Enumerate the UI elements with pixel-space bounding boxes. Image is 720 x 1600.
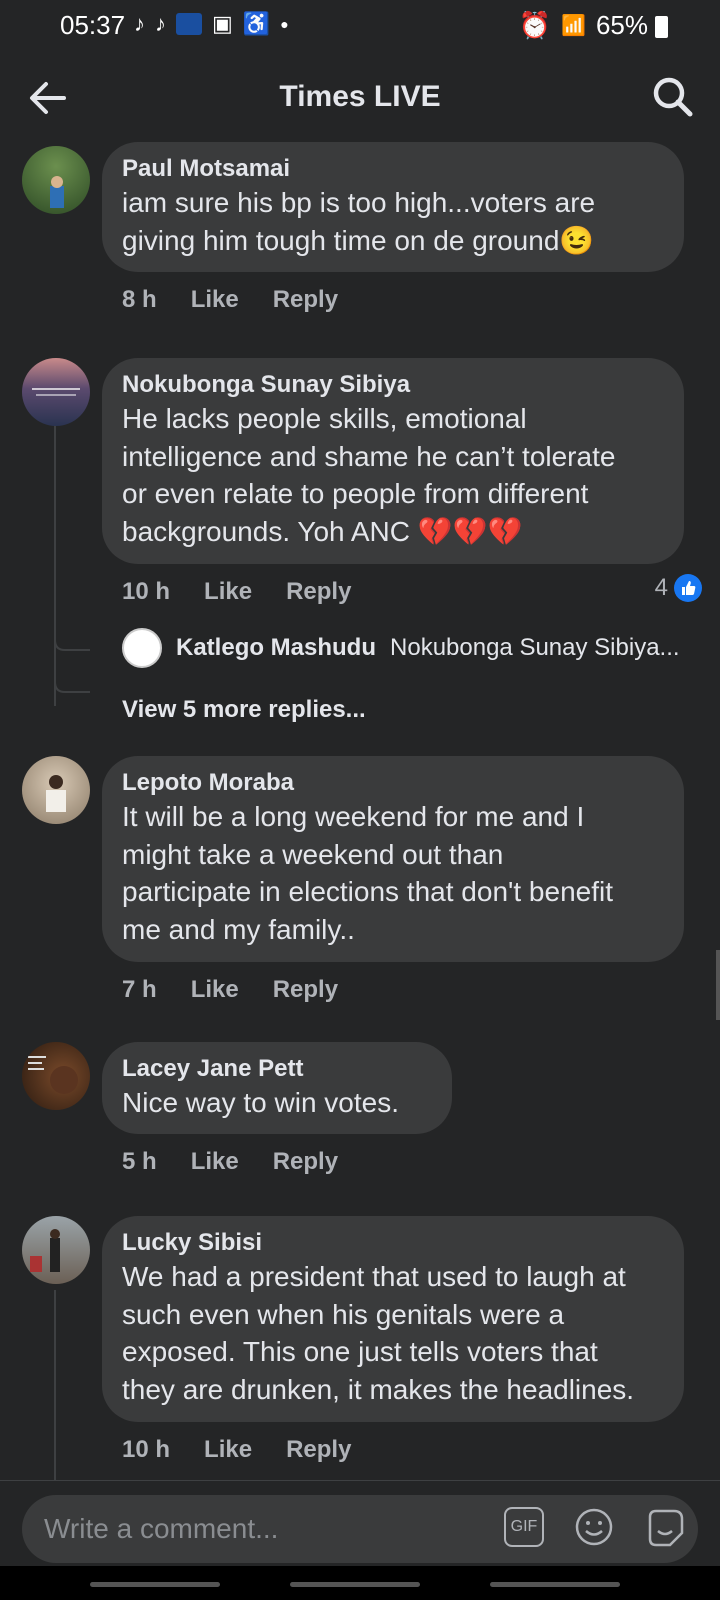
battery-icon: [655, 16, 668, 38]
like-reaction-icon: [674, 574, 702, 602]
reaction-number: 4: [654, 574, 668, 601]
comment-placeholder: Write a comment...: [44, 1513, 279, 1544]
comment-text-line: participate in elections that don't bene…: [122, 876, 613, 907]
comment-text-line: We had a president that used to laugh at: [122, 1261, 626, 1292]
top-bar: Times LIVE: [0, 54, 720, 142]
notification-icons: ♪ ♪ ▣ ♿ ●: [134, 12, 289, 36]
comment-time[interactable]: 10 h: [122, 578, 170, 606]
avatar[interactable]: [22, 1042, 90, 1110]
comment-text-line: Nice way to win votes.: [122, 1087, 399, 1118]
reply-snippet: Nokubonga Sunay Sibiya...: [390, 634, 680, 661]
nav-home[interactable]: [290, 1582, 420, 1587]
comment-author[interactable]: Lacey Jane Pett: [122, 1054, 432, 1084]
view-more-replies[interactable]: View 5 more replies...: [122, 696, 366, 724]
comment-composer: Write a comment... GIF: [0, 1480, 720, 1567]
system-nav-bar: [0, 1566, 720, 1600]
like-button[interactable]: Like: [191, 1148, 239, 1176]
avatar[interactable]: [22, 756, 90, 824]
search-button[interactable]: [650, 74, 696, 120]
system-icons: ⏰ 📶 65%: [519, 10, 648, 41]
dot-icon: ●: [280, 16, 289, 32]
comment-text-line: backgrounds. Yoh ANC 💔💔💔: [122, 515, 523, 547]
like-button[interactable]: Like: [191, 286, 239, 314]
reply-button[interactable]: Reply: [273, 976, 338, 1004]
alarm-icon: ⏰: [518, 10, 552, 40]
comment-bubble[interactable]: Lepoto Moraba It will be a long weekend …: [102, 756, 684, 962]
reply-button[interactable]: Reply: [286, 1436, 351, 1464]
reply-button[interactable]: Reply: [273, 1148, 338, 1176]
avatar[interactable]: [22, 358, 90, 426]
comment-bubble[interactable]: Paul Motsamai iam sure his bp is too hig…: [102, 142, 684, 272]
reaction-count[interactable]: 4: [655, 574, 702, 602]
status-bar: 05:37 ♪ ♪ ▣ ♿ ● ⏰ 📶 65%: [0, 0, 720, 54]
thread-line: [54, 1290, 56, 1480]
scrollbar[interactable]: [716, 950, 720, 1020]
app-icon: ▣: [212, 11, 233, 36]
comment-time[interactable]: 5 h: [122, 1148, 157, 1176]
comment-text-line: intelligence and shame he can’t tolerate: [122, 440, 616, 472]
comment-input[interactable]: Write a comment... GIF: [22, 1495, 698, 1563]
comment-actions: 8 h Like Reply: [122, 286, 338, 314]
page-title: Times LIVE: [279, 80, 441, 113]
nav-back[interactable]: [490, 1582, 620, 1587]
emoji-button[interactable]: [574, 1507, 614, 1547]
tiktok-icon: ♪: [155, 11, 166, 36]
gif-button[interactable]: GIF: [504, 1507, 544, 1547]
avatar[interactable]: [22, 1216, 90, 1284]
comment-time[interactable]: 7 h: [122, 976, 157, 1004]
comment-text-line: iam sure his bp is too high...voters are: [122, 187, 596, 218]
comment-text-line: might take a weekend out than: [122, 838, 504, 870]
sticker-icon: [648, 1509, 684, 1547]
comment-time[interactable]: 8 h: [122, 286, 157, 314]
comment-bubble[interactable]: Nokubonga Sunay Sibiya He lacks people s…: [102, 358, 684, 564]
comment-text-line: me and my family..: [122, 913, 355, 945]
like-button[interactable]: Like: [204, 1436, 252, 1464]
comment-actions: 10 h Like Reply: [122, 1436, 351, 1464]
comment-text-line: He lacks people skills, emotional: [122, 403, 527, 434]
nav-recents[interactable]: [90, 1582, 220, 1587]
wifi-icon: 📶: [561, 15, 586, 37]
comment-author[interactable]: Lepoto Moraba: [122, 768, 664, 798]
comment-text-line: such even when his genitals were a: [122, 1298, 565, 1330]
comment-text-line: they are drunken, it makes the headlines…: [122, 1373, 635, 1405]
like-button[interactable]: Like: [204, 578, 252, 606]
like-button[interactable]: Like: [191, 976, 239, 1004]
comment-actions: 5 h Like Reply: [122, 1148, 338, 1176]
accessibility-icon: ♿: [242, 11, 271, 36]
reply-preview[interactable]: Katlego Mashudu Nokubonga Sunay Sibiya..…: [122, 628, 680, 668]
comment-author[interactable]: Nokubonga Sunay Sibiya: [122, 370, 664, 400]
comment-actions: 7 h Like Reply: [122, 976, 338, 1004]
comment-actions: 10 h Like Reply: [122, 578, 351, 606]
comment-text-line: giving him tough time on de ground😉: [122, 224, 595, 256]
search-icon: [653, 77, 693, 117]
reply-button[interactable]: Reply: [286, 578, 351, 606]
comment-bubble[interactable]: Lucky Sibisi We had a president that use…: [102, 1216, 684, 1422]
status-time: 05:37: [60, 10, 126, 40]
thread-connector: [54, 620, 90, 693]
tiktok-icon: ♪: [134, 11, 145, 36]
reply-author[interactable]: Katlego Mashudu: [176, 634, 376, 662]
comment-author[interactable]: Lucky Sibisi: [122, 1228, 664, 1258]
avatar[interactable]: [122, 628, 162, 668]
comment-author[interactable]: Paul Motsamai: [122, 154, 664, 184]
reply-button[interactable]: Reply: [273, 286, 338, 314]
battery-level: 65%: [595, 10, 648, 40]
comment-text-line: or even relate to people from different: [122, 478, 589, 509]
movies-app-icon: [176, 13, 202, 35]
avatar[interactable]: [22, 146, 90, 214]
comment-bubble[interactable]: Lacey Jane Pett Nice way to win votes.: [102, 1042, 452, 1134]
comment-time[interactable]: 10 h: [122, 1436, 170, 1464]
smiley-icon: [575, 1508, 613, 1546]
sticker-button[interactable]: [644, 1507, 686, 1549]
comment-text-line: exposed. This one just tells voters that: [122, 1336, 598, 1367]
comment-text-line: It will be a long weekend for me and I: [122, 801, 585, 832]
